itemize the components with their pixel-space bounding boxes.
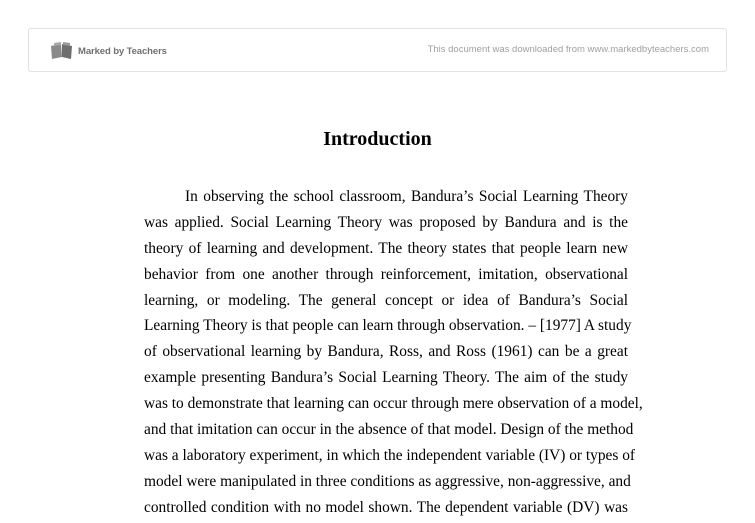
download-notice: This document was downloaded from www.ma… bbox=[427, 44, 709, 55]
body-line: learning, or modeling. The general conce… bbox=[144, 291, 628, 309]
body-line: controlled condition with no model shown… bbox=[144, 498, 628, 516]
body-line: example presenting Bandura’s Social Lear… bbox=[144, 369, 628, 387]
body-line: behavior from one another through reinfo… bbox=[144, 265, 628, 283]
body-line: was a laboratory experiment, in which th… bbox=[144, 446, 636, 464]
body-line: theory of learning and development. The … bbox=[144, 239, 628, 257]
body-line: model were manipulated in three conditio… bbox=[144, 472, 631, 490]
open-book-icon bbox=[51, 42, 72, 59]
body-line: In observing the school classroom, Bandu… bbox=[185, 188, 628, 205]
site-header: Marked by Teachers This document was dow… bbox=[28, 28, 727, 72]
body-line: Learning Theory is that people can learn… bbox=[144, 317, 632, 335]
document-title: Introduction bbox=[323, 128, 432, 150]
body-line: was applied. Social Learning Theory was … bbox=[144, 213, 628, 231]
body-line: and that imitation can occur in the abse… bbox=[144, 421, 634, 439]
body-line: of observational learning by Bandura, Ro… bbox=[144, 343, 628, 361]
document-body: In observing the school classroom, Bandu… bbox=[144, 184, 643, 521]
body-line: was to demonstrate that learning can occ… bbox=[144, 395, 643, 413]
brand-name: Marked by Teachers bbox=[78, 45, 167, 57]
brand-logo[interactable]: Marked by Teachers bbox=[49, 41, 167, 61]
